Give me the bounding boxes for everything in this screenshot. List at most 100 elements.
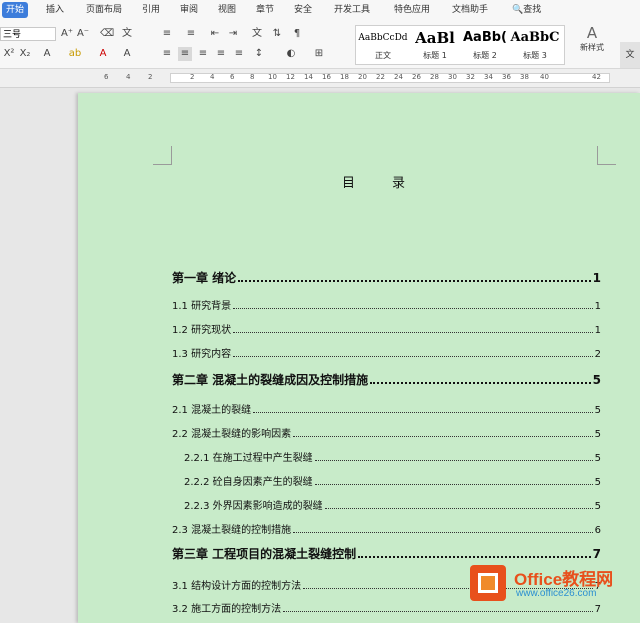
toc-entry[interactable]: 第二章 混凝土的裂缝成因及控制措施 5 [172, 371, 601, 388]
font-color-icon[interactable]: A [96, 47, 110, 61]
toc-leader [233, 307, 593, 309]
toc-entry[interactable]: 1.3 研究内容 2 [172, 345, 601, 360]
new-style-button[interactable]: A 新样式 [572, 24, 612, 64]
toc-entry[interactable]: 2.2.2 砼自身因素产生的裂缝 5 [172, 473, 601, 488]
style-sample: AaBb( [463, 30, 507, 45]
office-logo-icon [470, 565, 506, 601]
toc-page: 2 [594, 349, 601, 360]
align-center-icon[interactable]: ≡ [178, 47, 192, 61]
toc-leader [370, 381, 591, 384]
toc-entry[interactable]: 2.3 混凝土裂缝的控制措施 6 [172, 521, 601, 536]
chinese-layout-icon[interactable]: 文 [250, 27, 264, 41]
tab-review[interactable]: 审阅 [180, 2, 198, 18]
decrease-indent-icon[interactable]: ⇤ [208, 27, 222, 41]
menu-bar: 开始 插入 页面布局 引用 审阅 视图 章节 安全 开发工具 特色应用 文档助手… [0, 0, 640, 20]
clear-format-icon[interactable]: ⌫ [100, 27, 114, 41]
toc-label: 1.3 研究内容 [172, 349, 232, 360]
ruler-number: 14 [304, 73, 313, 81]
tab-home[interactable]: 开始 [2, 2, 29, 18]
increase-indent-icon[interactable]: ⇥ [226, 27, 240, 41]
phonetic-icon[interactable]: 文 [120, 27, 134, 41]
toc-leader [233, 331, 593, 333]
search-button[interactable]: 🔍查找 [512, 2, 541, 18]
margin-corner-mark [153, 146, 172, 165]
line-spacing-icon[interactable]: ↕ [252, 47, 266, 61]
toc-entry[interactable]: 2.2.3 外界因素影响造成的裂缝 5 [172, 497, 601, 512]
text-tools-button[interactable]: 文 [620, 42, 640, 68]
align-right-icon[interactable]: ≡ [196, 47, 210, 61]
font-size-select[interactable]: 三号 [0, 27, 56, 41]
toc-entry[interactable]: 2.2.1 在施工过程中产生裂缝 5 [172, 449, 601, 464]
numbering-icon[interactable]: ≡ [184, 27, 198, 41]
toc-label: 2.1 混凝土的裂缝 [172, 405, 252, 416]
toc-leader [293, 435, 593, 437]
watermark-title: Office教程网 [514, 570, 614, 589]
tab-doc-assistant[interactable]: 文档助手 [452, 2, 488, 18]
toc-label: 1.1 研究背景 [172, 301, 232, 312]
toc-entry[interactable]: 2.2 混凝土裂缝的影响因素 5 [172, 425, 601, 440]
toc-leader [314, 459, 593, 461]
style-normal[interactable]: AaBbCcDd 正文 [358, 28, 408, 62]
document-page[interactable]: 目 录 第一章 绪论 1 1.1 研究背景 1 1.2 研究现状 1 1.3 研究内容… [78, 93, 640, 623]
ruler-number: 4 [126, 73, 131, 81]
tab-special[interactable]: 特色应用 [394, 2, 430, 18]
tab-view[interactable]: 视图 [218, 2, 236, 18]
toc-leader [314, 483, 593, 485]
superscript-icon[interactable]: X² [2, 47, 16, 61]
toc-label: 1.2 研究现状 [172, 325, 232, 336]
ruler-number: 6 [230, 73, 235, 81]
toc-page: 5 [594, 501, 601, 512]
toc-page: 5 [594, 453, 601, 464]
toc-entry[interactable]: 2.1 混凝土的裂缝 5 [172, 401, 601, 416]
tab-references[interactable]: 引用 [142, 2, 160, 18]
subscript-icon[interactable]: X₂ [18, 47, 32, 61]
toc-leader [238, 279, 591, 282]
distribute-icon[interactable]: ≡ [232, 47, 246, 61]
search-icon: 🔍 [512, 5, 524, 15]
style-heading-2[interactable]: AaBb( 标题 2 [460, 28, 510, 62]
style-name: 正文 [375, 51, 391, 60]
tab-chapter[interactable]: 章节 [256, 2, 274, 18]
tab-developer[interactable]: 开发工具 [334, 2, 370, 18]
toc-label: 2.3 混凝土裂缝的控制措施 [172, 525, 292, 536]
ruler-number: 2 [148, 73, 153, 81]
toc-page: 1 [594, 325, 601, 336]
borders-icon[interactable]: ⊞ [312, 47, 326, 61]
ruler-number: 18 [340, 73, 349, 81]
shading-icon[interactable]: ◐ [284, 47, 298, 61]
ruler-number: 40 [540, 73, 549, 81]
text-effect-icon[interactable]: A [40, 47, 54, 61]
style-heading-3[interactable]: AaBbC 标题 3 [510, 28, 560, 62]
ruler-number: 38 [520, 73, 529, 81]
toc-entry[interactable]: 1.2 研究现状 1 [172, 321, 601, 336]
tab-insert[interactable]: 插入 [46, 2, 64, 18]
justify-icon[interactable]: ≡ [214, 47, 228, 61]
grow-font-icon[interactable]: A⁺ [60, 27, 74, 41]
toc-leader [233, 355, 593, 357]
toc-entry[interactable]: 1.1 研究背景 1 [172, 297, 601, 312]
toc-entry[interactable]: 第一章 绪论 1 [172, 269, 601, 286]
document-area: 目 录 第一章 绪论 1 1.1 研究背景 1 1.2 研究现状 1 1.3 研究内容… [0, 88, 640, 623]
ruler-number: 8 [250, 73, 255, 81]
toc-page: 5 [592, 373, 601, 387]
style-gallery: AaBbCcDd 正文 AaBl 标题 1 AaBb( 标题 2 AaBbC 标… [355, 25, 565, 65]
ruler-number: 24 [394, 73, 403, 81]
sort-icon[interactable]: ⇅ [270, 27, 284, 41]
toc-label: 2.2.3 外界因素影响造成的裂缝 [184, 501, 323, 512]
tab-security[interactable]: 安全 [294, 2, 312, 18]
shrink-font-icon[interactable]: A⁻ [76, 27, 90, 41]
char-shading-icon[interactable]: A [120, 47, 134, 61]
ruler-number: 2 [190, 73, 195, 81]
align-left-icon[interactable]: ≡ [160, 47, 174, 61]
horizontal-ruler[interactable]: 6 4 2 2 4 6 8 10 12 14 16 18 20 22 24 26… [0, 69, 640, 88]
tab-page-layout[interactable]: 页面布局 [86, 2, 122, 18]
toc-label: 第二章 混凝土的裂缝成因及控制措施 [172, 373, 369, 387]
show-marks-icon[interactable]: ¶ [290, 27, 304, 41]
toc-leader [324, 507, 593, 509]
bullets-icon[interactable]: ≡ [160, 27, 174, 41]
watermark-url: www.office26.com [516, 588, 597, 599]
highlight-icon[interactable]: ab [68, 47, 82, 61]
style-heading-1[interactable]: AaBl 标题 1 [410, 28, 460, 62]
ruler-number: 30 [448, 73, 457, 81]
toc-page: 5 [594, 429, 601, 440]
